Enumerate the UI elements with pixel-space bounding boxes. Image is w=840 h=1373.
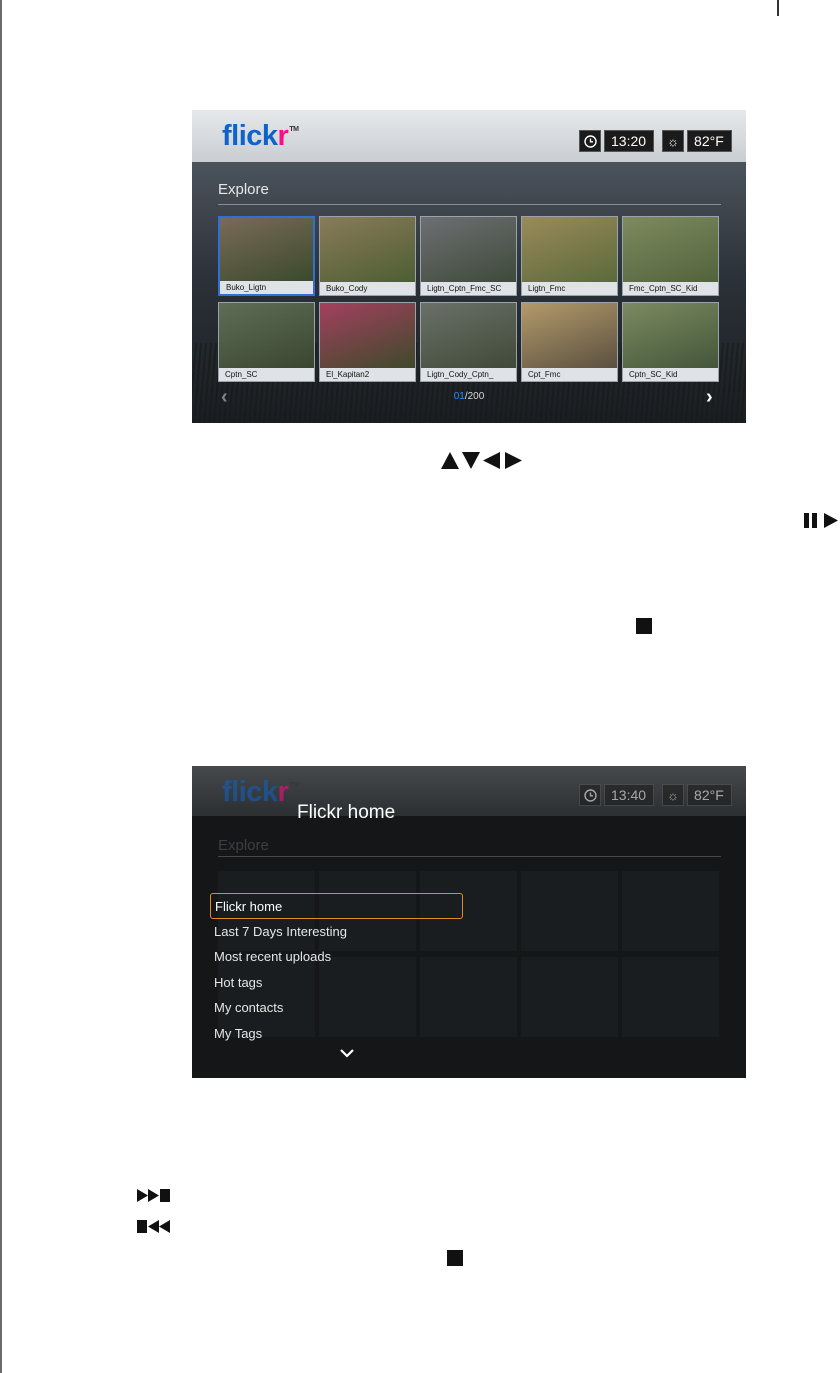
nav-arrows-icon <box>441 451 523 475</box>
photo-tile[interactable]: Buko_Ligtn <box>218 216 315 296</box>
photo-caption: Ligtn_Cptn_Fmc_SC <box>421 282 516 295</box>
photo-tile[interactable]: Buko_Cody <box>319 216 416 296</box>
pause-play-icon <box>804 512 840 534</box>
photo-caption: Cptn_SC_Kid <box>623 368 718 381</box>
photo-thumbnail <box>320 217 415 282</box>
next-track-icon <box>137 1189 171 1207</box>
photo-caption: Buko_Ligtn <box>220 281 313 294</box>
sun-icon: ☼ <box>662 130 685 152</box>
photo-tile[interactable]: Cptn_SC_Kid <box>622 302 719 382</box>
photo-tile[interactable]: Ligtn_Cptn_Fmc_SC <box>420 216 517 296</box>
status-bar: 13:20 ☼ 82°F <box>579 130 732 152</box>
time-display: 13:40 <box>604 784 655 806</box>
section-divider <box>218 856 721 857</box>
clock-icon <box>579 784 601 806</box>
stop-icon <box>447 1250 463 1266</box>
photo-tile[interactable]: Cptn_SC <box>218 302 315 382</box>
photo-caption: Fmc_Cptn_SC_Kid <box>623 282 718 295</box>
photo-caption: El_Kapitan2 <box>320 368 415 381</box>
photo-caption: Buko_Cody <box>320 282 415 295</box>
flickr-logo: flickrTM <box>222 120 299 152</box>
photo-thumbnail <box>522 217 617 282</box>
menu-item[interactable]: My contacts <box>210 995 463 1021</box>
page-margin-rule <box>0 0 2 1373</box>
photo-tile[interactable]: Ligtn_Fmc <box>521 216 618 296</box>
section-divider <box>218 204 721 205</box>
photo-tile[interactable]: El_Kapitan2 <box>319 302 416 382</box>
photo-caption: Ligtn_Fmc <box>522 282 617 295</box>
photo-caption: Ligtn_Cody_Cptn_ <box>421 368 516 381</box>
page-top-mark <box>777 0 779 16</box>
photo-tile[interactable]: Ligtn_Cody_Cptn_ <box>420 302 517 382</box>
previous-track-icon <box>137 1220 171 1238</box>
sun-icon: ☼ <box>662 784 685 806</box>
flickr-menu-screen: flickrTM 13:40 ☼ 82°F Explore Flickr hom… <box>192 766 746 1078</box>
page-indicator: 01/200 <box>453 391 485 402</box>
menu-item[interactable]: Hot tags <box>210 970 463 996</box>
photo-thumbnail <box>220 218 313 281</box>
photo-thumbnail <box>219 303 314 368</box>
next-page-arrow-icon[interactable]: › <box>706 386 713 409</box>
temperature-display: 82°F <box>687 130 732 152</box>
menu-title: Flickr home <box>297 802 396 823</box>
photo-thumbnail <box>623 303 718 368</box>
photo-thumbnail <box>421 303 516 368</box>
chevron-down-icon[interactable] <box>339 1045 355 1063</box>
clock-icon <box>579 130 601 152</box>
section-title-dimmed: Explore <box>218 837 269 854</box>
menu-item[interactable]: Last 7 Days Interesting <box>210 919 463 945</box>
photo-tile[interactable]: Cpt_Fmc <box>521 302 618 382</box>
photo-thumbnail <box>623 217 718 282</box>
flickr-menu: Flickr home Last 7 Days Interesting Most r… <box>210 893 463 1046</box>
menu-item[interactable]: My Tags <box>210 1021 463 1047</box>
photo-tile[interactable]: Fmc_Cptn_SC_Kid <box>622 216 719 296</box>
photo-caption: Cpt_Fmc <box>522 368 617 381</box>
photo-thumbnail <box>320 303 415 368</box>
status-bar-dimmed: 13:40 ☼ 82°F <box>579 784 732 806</box>
menu-item[interactable]: Most recent uploads <box>210 944 463 970</box>
time-display: 13:20 <box>604 130 655 152</box>
temperature-display: 82°F <box>687 784 732 806</box>
photo-thumbnail <box>421 217 516 282</box>
photo-caption: Cptn_SC <box>219 368 314 381</box>
photo-thumbnail <box>522 303 617 368</box>
stop-icon <box>636 618 652 634</box>
section-title: Explore <box>218 181 269 198</box>
menu-item[interactable]: Flickr home <box>210 893 463 919</box>
flickr-logo-dimmed: flickrTM <box>222 776 299 808</box>
flickr-explore-screen: flickrTM 13:20 ☼ 82°F Explore Buko_Ligtn… <box>192 110 746 423</box>
